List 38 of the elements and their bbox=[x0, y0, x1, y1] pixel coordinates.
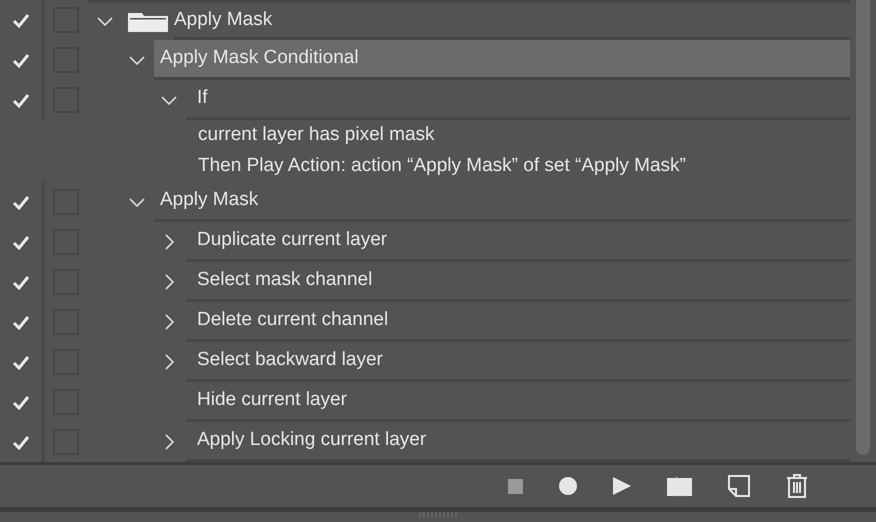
command-row[interactable]: Duplicate current layer bbox=[186, 222, 850, 262]
command-row[interactable]: Select backward layer bbox=[186, 342, 850, 382]
chevron-right-icon[interactable] bbox=[164, 234, 174, 250]
command-detail: Then Play Action: action “Apply Mask” of set “Apply Mask” bbox=[198, 154, 686, 178]
play-icon[interactable] bbox=[613, 477, 631, 495]
action-row[interactable]: Apply Mask bbox=[154, 182, 850, 222]
command-row[interactable]: Select mask channel bbox=[186, 262, 850, 302]
chevron-down-icon[interactable] bbox=[129, 56, 145, 64]
chevron-down-icon[interactable] bbox=[129, 198, 145, 206]
trash-icon[interactable] bbox=[786, 474, 808, 498]
record-icon[interactable] bbox=[559, 477, 577, 495]
chevron-right-icon[interactable] bbox=[164, 434, 174, 450]
command-row[interactable]: If bbox=[186, 80, 850, 120]
checkmark-icon[interactable] bbox=[12, 234, 30, 250]
chevron-down-icon[interactable] bbox=[97, 17, 113, 26]
checkmark-icon[interactable] bbox=[12, 314, 30, 330]
checkmark-icon[interactable] bbox=[12, 52, 30, 68]
command-row[interactable]: Hide current layer bbox=[186, 382, 850, 422]
command-detail: current layer has pixel mask bbox=[198, 123, 435, 148]
checkmark-icon[interactable] bbox=[12, 394, 30, 410]
chevron-right-icon[interactable] bbox=[164, 314, 174, 330]
checkmark-icon[interactable] bbox=[12, 434, 30, 450]
checkmark-icon[interactable] bbox=[12, 194, 30, 210]
action-row[interactable]: Apply Mask Conditional bbox=[154, 40, 850, 80]
checkmark-icon[interactable] bbox=[12, 12, 30, 28]
checkmark-icon[interactable] bbox=[12, 92, 30, 108]
stop-icon[interactable] bbox=[508, 478, 523, 494]
folder-icon bbox=[127, 10, 169, 32]
chevron-right-icon[interactable] bbox=[164, 354, 174, 370]
checkmark-icon[interactable] bbox=[12, 274, 30, 290]
resize-grip-icon[interactable] bbox=[418, 512, 458, 518]
new-page-icon[interactable] bbox=[728, 475, 750, 497]
command-row[interactable]: Delete current channel bbox=[186, 302, 850, 342]
checkmark-icon[interactable] bbox=[12, 354, 30, 370]
command-row[interactable]: Apply Locking current layer bbox=[186, 422, 850, 462]
chevron-right-icon[interactable] bbox=[164, 274, 174, 290]
chevron-down-icon[interactable] bbox=[161, 96, 177, 104]
folder-icon[interactable] bbox=[667, 476, 692, 496]
